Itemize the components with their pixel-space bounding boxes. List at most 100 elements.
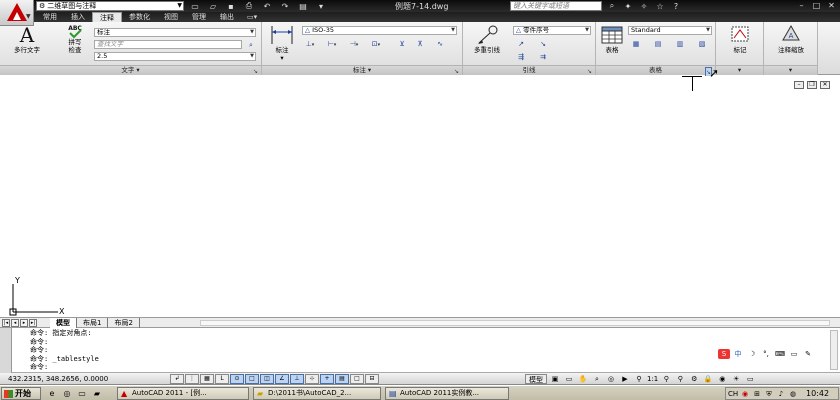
search-input[interactable]: 键入关键字或短语 [510,1,602,11]
layout-tab-2[interactable]: 布局2 [108,318,140,328]
dim-adjust-icon[interactable]: ⊻ [394,38,410,49]
open-folder-icon[interactable]: ▱ [206,2,220,11]
3dosnap-icon[interactable]: ◫ [260,374,274,384]
dyn-icon[interactable]: ⊹ [305,374,319,384]
clean-screen-icon[interactable]: ▭ [744,374,756,384]
drawing-restore-button[interactable]: ❐ [807,81,817,89]
text-panel-title[interactable]: 文字 ▾ ↘ [0,65,261,75]
layout-tab-0[interactable]: 模型 [50,318,77,328]
lwt-icon[interactable]: + [320,374,334,384]
command-window-handle[interactable] [0,328,12,373]
dim-linear-icon[interactable]: ⊥ [302,38,318,49]
last-layout-icon[interactable]: ▸| [29,319,37,327]
drawing-minimize-button[interactable]: – [794,81,804,89]
qat-menu-icon[interactable]: ▾ [314,2,328,11]
tab-0[interactable]: 常用 [36,12,64,22]
redo-icon[interactable]: ↷ [278,2,292,11]
ribbon-minimize-icon[interactable]: ▭▾ [241,12,263,22]
find-replace-icon[interactable]: ⌕ [244,39,258,50]
application-menu-button[interactable]: ▼ [0,0,34,26]
auto-scale-icon[interactable]: ⚲ [674,374,686,384]
dialog-launcher-icon[interactable]: ↘ [253,67,258,76]
new-file-icon[interactable]: ▭ [188,2,202,11]
annotation-scale-value[interactable]: 1:1 [647,374,658,384]
markup-panel-title[interactable]: ▾ [716,65,763,75]
zoom-icon[interactable]: ⌕ [591,374,603,384]
osnap-icon[interactable]: □ [245,374,259,384]
text-height-combo[interactable]: 2.5 ▼ [94,52,256,61]
dim-style-combo[interactable]: △ ISO-35 ▼ [302,26,457,35]
layout-grid-icon[interactable]: ▣ [549,374,561,384]
scale-panel-title[interactable]: ▾ [764,65,817,75]
dimension-button[interactable]: 标注 ▾ [266,24,298,62]
model-space-button[interactable]: 模型 [525,374,547,384]
align-leader-icon[interactable]: ⇶ [513,51,529,62]
sc-icon[interactable]: ⊟ [365,374,379,384]
mtext-button[interactable]: A 多行文字 [10,24,44,54]
task-word[interactable]: ▤ AutoCAD 2011实例教... [385,387,509,400]
moon-icon[interactable]: ☽ [746,349,758,359]
dim-jog-icon[interactable]: ∿ [432,38,448,49]
wrench-icon[interactable]: ✎ [802,349,814,359]
first-layout-icon[interactable]: |◂ [2,319,10,327]
binoculars-icon[interactable]: ⌕ [606,1,618,11]
layout-tab-1[interactable]: 布局1 [77,318,109,328]
task-explorer[interactable]: ▰ D:\2011书\AutoCAD_2... [253,387,381,400]
steering-wheel-icon[interactable]: ◎ [605,374,617,384]
minimize-button[interactable]: – [795,0,808,11]
maximize-button[interactable]: □ [810,0,823,11]
desktop-icon[interactable]: ▭ [76,388,88,399]
annotation-visibility-icon[interactable]: ⚲ [660,374,672,384]
close-button[interactable]: ✕ [825,0,838,11]
collect-leader-icon[interactable]: ⇉ [535,51,551,62]
mleader-button[interactable]: 多重引线 [467,24,507,54]
dim-space-icon[interactable]: ⊼ [412,38,428,49]
command-scrollbar[interactable] [830,330,838,370]
tab-3[interactable]: 参数化 [122,12,157,22]
undo-icon[interactable]: ↶ [260,2,274,11]
grid-icon[interactable]: ▦ [200,374,214,384]
table-panel-title[interactable]: 表格 ↘ [596,65,715,78]
star-icon[interactable]: ☆ [654,2,666,11]
table-button[interactable]: 表格 [598,24,626,54]
ie-icon[interactable]: e [46,388,58,399]
dim-panel-title[interactable]: 标注 ▾ ↘ [262,65,462,75]
keyboard-icon[interactable]: ⌨ [774,349,786,359]
markup-button[interactable]: 标记 [720,24,760,54]
sogou-logo-icon[interactable]: S [718,349,730,359]
network-icon[interactable]: ⊞ [752,389,762,399]
annotation-scale-button[interactable]: A 注释缩放 [766,24,816,54]
otrack-icon[interactable]: ∠ [275,374,289,384]
dim-break-icon[interactable]: ⊡ [368,38,384,49]
showmotion-icon[interactable]: ▶ [619,374,631,384]
volume-icon[interactable]: ♪ [776,389,786,399]
plot-icon[interactable]: ⎙ [242,1,256,11]
leader-panel-title[interactable]: 引线 ↘ [463,65,595,75]
drawing-area[interactable]: ➚ – ❐ ✕ Y X [0,66,840,317]
workspace-switch-icon[interactable]: ⚙ [688,374,700,384]
horizontal-scrollbar[interactable] [200,320,830,326]
skin-icon[interactable]: ▭ [788,349,800,359]
mleader-style-combo[interactable]: △ 零件序号 ▼ [513,26,591,35]
punctuation-icon[interactable]: °, [760,349,772,359]
dialog-launcher-icon[interactable]: ↘ [454,67,459,76]
lock-icon[interactable]: 🔒 [702,374,714,384]
upload-excel-icon[interactable]: ▧ [694,38,710,49]
polar-icon[interactable]: ⊙ [230,374,244,384]
find-text-input[interactable]: 查找文字 [94,40,242,49]
snap-icon[interactable]: ⋮ [185,374,199,384]
tab-5[interactable]: 管理 [185,12,213,22]
dim-baseline-icon[interactable]: ⊢ [324,38,340,49]
drawing-close-button[interactable]: ✕ [820,81,830,89]
chinese-mode-icon[interactable]: 中 [732,349,744,359]
security-icon[interactable]: ◍ [788,389,798,399]
extract-data-icon[interactable]: ▦ [628,38,644,49]
print-icon[interactable]: ▤ [296,2,310,11]
qp-icon[interactable]: □ [350,374,364,384]
shield-icon[interactable]: ⛨ [764,389,774,399]
quick-view-icon[interactable]: ▭ [563,374,575,384]
tab-2[interactable]: 注释 [92,12,122,22]
spell-check-button[interactable]: ABC 拼写 检查 [60,24,90,54]
annotation-scale-icon[interactable]: ⚲ [633,374,645,384]
ch-lang-icon[interactable]: CH [728,389,738,399]
